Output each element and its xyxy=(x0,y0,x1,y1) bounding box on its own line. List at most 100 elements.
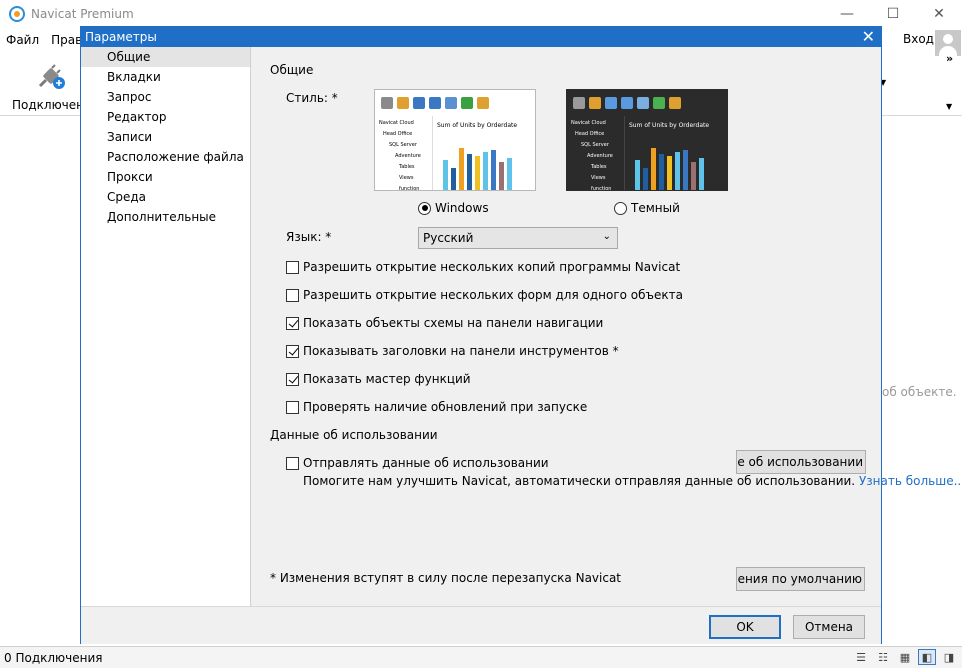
usage-help-label: Помогите нам улучшить Navicat, автоматич… xyxy=(303,474,856,488)
panel-left-icon[interactable]: ◧ xyxy=(918,649,936,665)
preview-tree-item: Tables xyxy=(399,164,415,170)
radio-windows[interactable] xyxy=(418,201,431,215)
option-label: Отправлять данные об использовании xyxy=(303,456,549,470)
ok-button[interactable]: OK xyxy=(709,615,781,639)
panel-right-icon[interactable]: ◨ xyxy=(940,649,958,665)
options-content: Общие Стиль: * Navicat Cloud Head Office… xyxy=(252,47,962,606)
grid-view-icon[interactable]: ▦ xyxy=(896,649,914,665)
language-select[interactable]: Русский ⌄ xyxy=(418,227,618,249)
option-label: Разрешить открытие нескольких копий прог… xyxy=(303,260,681,274)
option-show-schema-objects[interactable]: Показать объекты схемы на панели навигац… xyxy=(286,316,603,330)
language-value: Русский xyxy=(423,231,474,245)
preview-grid-icon xyxy=(397,97,409,109)
option-multiple-instances[interactable]: Разрешить открытие нескольких копий прог… xyxy=(286,260,680,274)
nav-item-environment[interactable]: Среда xyxy=(81,187,250,207)
nav-item-query[interactable]: Запрос xyxy=(81,87,250,107)
minimize-button[interactable]: — xyxy=(824,0,870,28)
learn-more-link[interactable]: Узнать больше... xyxy=(859,474,962,488)
dialog-close-icon[interactable]: ✕ xyxy=(862,27,875,47)
style-preview-windows[interactable]: Navicat Cloud Head Office SQL Server Adv… xyxy=(374,89,536,191)
preview-tree: Navicat Cloud Head Office SQL Server Adv… xyxy=(379,118,431,191)
checkbox-check-updates[interactable] xyxy=(286,400,299,414)
options-nav: Общие Вкладки Запрос Редактор Записи Рас… xyxy=(81,47,251,606)
preview-tree-item: Views xyxy=(591,175,606,181)
language-label: Язык: * xyxy=(286,230,332,244)
style-preview-dark[interactable]: Navicat Cloud Head Office SQL Server Adv… xyxy=(566,89,728,191)
option-label: Проверять наличие обновлений при запуске xyxy=(303,400,588,414)
restore-defaults-button[interactable]: Восстановить значения по умолчанию xyxy=(736,567,865,591)
preview-tree-item: Adventure xyxy=(395,153,421,159)
chevron-down-icon: ⌄ xyxy=(602,231,611,242)
usage-help-text: Помогите нам улучшить Navicat, автоматич… xyxy=(303,474,962,488)
option-send-usage[interactable]: Отправлять данные об использовании xyxy=(286,456,549,470)
detail-view-icon[interactable]: ☷ xyxy=(874,649,892,665)
preview-chart-title: Sum of Units by Orderdate xyxy=(437,122,518,129)
style-radio-windows[interactable]: Windows xyxy=(418,201,489,215)
cancel-button[interactable]: Отмена xyxy=(793,615,865,639)
option-check-updates[interactable]: Проверять наличие обновлений при запуске xyxy=(286,400,587,414)
checkbox-multiple-instances[interactable] xyxy=(286,260,299,274)
preview-function-icon xyxy=(637,97,649,109)
list-view-icon[interactable]: ☰ xyxy=(852,649,870,665)
preview-toolbar xyxy=(567,90,727,116)
nav-item-file-location[interactable]: Расположение файла xyxy=(81,147,250,167)
option-label: Показывать заголовки на панели инструмен… xyxy=(303,344,619,358)
preview-clock-icon xyxy=(461,97,473,109)
preview-plug-icon xyxy=(573,97,585,109)
preview-table-icon xyxy=(605,97,617,109)
dialog-titlebar: Параметры ✕ xyxy=(81,27,881,47)
option-show-toolbar-captions[interactable]: Показывать заголовки на панели инструмен… xyxy=(286,344,619,358)
style-radio-dark[interactable]: Темный xyxy=(614,201,680,215)
option-multiple-forms[interactable]: Разрешить открытие нескольких форм для о… xyxy=(286,288,683,302)
preview-clock-icon xyxy=(653,97,665,109)
preview-separator xyxy=(624,116,625,190)
radio-windows-label: Windows xyxy=(435,201,489,215)
nav-item-editor[interactable]: Редактор xyxy=(81,107,250,127)
preview-function-icon xyxy=(445,97,457,109)
preview-tree-item: Head Office xyxy=(575,131,605,137)
preview-tree-item: function xyxy=(399,186,420,191)
checkbox-show-toolbar-captions[interactable] xyxy=(286,344,299,358)
dialog-title: Параметры xyxy=(85,30,157,44)
nav-item-proxy[interactable]: Прокси xyxy=(81,167,250,187)
preview-view-icon xyxy=(429,97,441,109)
window-controls: — ☐ ✕ xyxy=(824,0,962,28)
view-usage-data-button[interactable]: Просмотреть данные об использовании xyxy=(736,450,866,474)
toolbar-more-icon[interactable]: » xyxy=(946,52,953,65)
general-section-title: Общие xyxy=(270,63,314,77)
restart-note: * Изменения вступят в силу после перезап… xyxy=(270,571,622,585)
statusbar: 0 Подключения ☰ ☷ ▦ ◧ ◨ xyxy=(0,646,962,668)
checkbox-multiple-forms[interactable] xyxy=(286,288,299,302)
preview-tree-item: Navicat Cloud xyxy=(571,120,606,126)
maximize-button[interactable]: ☐ xyxy=(870,0,916,28)
nav-item-advanced[interactable]: Дополнительные xyxy=(81,207,250,227)
usage-section-title: Данные об использовании xyxy=(270,428,438,442)
radio-dark[interactable] xyxy=(614,201,627,215)
nav-item-general[interactable]: Общие xyxy=(81,47,250,67)
login-link[interactable]: Вход xyxy=(903,32,934,46)
preview-tree-item: Navicat Cloud xyxy=(379,120,414,126)
preview-bar-chart xyxy=(635,148,704,190)
nav-item-records[interactable]: Записи xyxy=(81,127,250,147)
menu-file[interactable]: Файл xyxy=(0,33,45,47)
restore-defaults-label: Восстановить значения по умолчанию xyxy=(737,572,862,586)
preview-user-icon xyxy=(669,97,681,109)
preview-table-icon xyxy=(413,97,425,109)
nav-item-tabs[interactable]: Вкладки xyxy=(81,67,250,87)
checkbox-show-schema-objects[interactable] xyxy=(286,316,299,330)
option-label: Показать мастер функций xyxy=(303,372,471,386)
preview-separator xyxy=(432,116,433,190)
preview-tree-item: Head Office xyxy=(383,131,413,137)
navicat-logo-icon xyxy=(9,6,25,22)
checkbox-send-usage[interactable] xyxy=(286,456,299,470)
background-hint-text: об объекте. xyxy=(882,385,957,399)
dialog-footer: OK Отмена xyxy=(81,606,881,644)
checkbox-show-function-wizard[interactable] xyxy=(286,372,299,386)
close-window-button[interactable]: ✕ xyxy=(916,0,962,28)
app-titlebar: Navicat Premium — ☐ ✕ xyxy=(0,0,962,28)
app-title: Navicat Premium xyxy=(31,7,134,21)
status-connections: 0 Подключения xyxy=(4,650,103,665)
toolbar-dropdown-icon-2[interactable]: ▼ xyxy=(946,102,952,111)
option-show-function-wizard[interactable]: Показать мастер функций xyxy=(286,372,471,386)
option-label: Разрешить открытие нескольких форм для о… xyxy=(303,288,683,302)
